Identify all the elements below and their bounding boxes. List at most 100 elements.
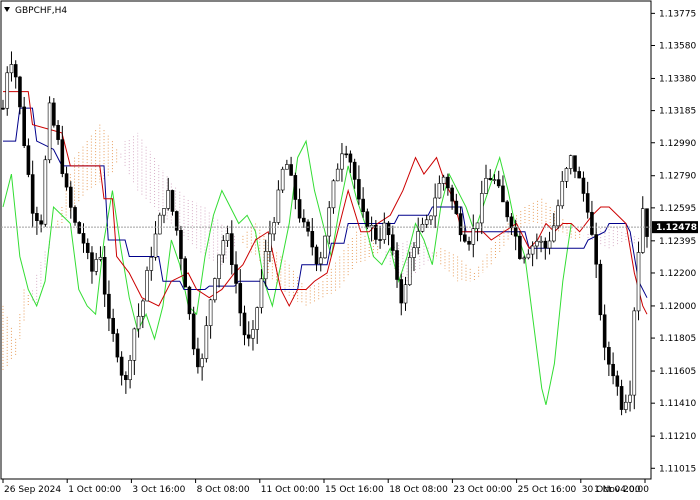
candle-body xyxy=(293,175,298,200)
candle-body xyxy=(573,155,577,172)
x-tick-label: 15 Oct 16:00 xyxy=(325,485,384,495)
candle-body xyxy=(530,245,535,255)
candle-body xyxy=(204,325,209,359)
candle-body xyxy=(556,205,560,227)
candle-body xyxy=(467,240,471,245)
candle-body xyxy=(141,300,145,317)
candle-body xyxy=(98,257,103,260)
candle-body xyxy=(229,233,234,265)
candle-body xyxy=(429,215,433,221)
y-tick-label: 1.13775 xyxy=(659,9,696,19)
candle-body xyxy=(68,186,73,208)
x-tick-label: 1 Nov 20:00 xyxy=(594,485,649,495)
x-tick-label: 25 Oct 16:00 xyxy=(518,485,577,495)
candle-body xyxy=(213,278,217,301)
candle-body xyxy=(30,174,35,214)
candle-body xyxy=(64,173,69,188)
y-axis: 1.13775 1.13580 1.13380 1.13185 1.12990 1.127… xyxy=(651,9,696,474)
price-chart[interactable]: 1.13775 1.13580 1.13380 1.13185 1.12990 1.127… xyxy=(0,0,700,500)
x-tick-label: 3 Oct 16:00 xyxy=(132,485,185,495)
candle-body xyxy=(225,233,230,241)
candle-body xyxy=(115,333,120,358)
x-tick-label: 18 Oct 08:00 xyxy=(389,485,448,495)
candle-body xyxy=(611,363,615,377)
x-tick-label: 8 Oct 08:00 xyxy=(197,485,250,495)
candle-body xyxy=(26,145,31,175)
candle-body xyxy=(624,401,628,410)
candle-body xyxy=(39,220,43,225)
candle-body xyxy=(166,190,171,209)
candle-body xyxy=(1,107,5,110)
candle-body xyxy=(259,278,264,308)
y-tick-label: 1.11605 xyxy=(659,367,696,377)
candle-body xyxy=(348,153,353,163)
candle-body xyxy=(179,230,183,259)
y-tick-label: 1.12595 xyxy=(659,204,696,214)
candle-body xyxy=(94,259,99,272)
candle-body xyxy=(590,211,594,235)
y-tick-label: 1.11015 xyxy=(659,464,696,474)
candle-body xyxy=(102,257,107,295)
candle-body xyxy=(450,187,454,202)
candle-body xyxy=(560,181,565,207)
candle-body xyxy=(412,247,416,258)
y-tick-label: 1.11210 xyxy=(659,432,696,442)
candle-body xyxy=(107,293,111,319)
candle-body xyxy=(437,183,442,199)
candle-body xyxy=(335,168,340,182)
candle-body xyxy=(568,155,573,169)
candle-body xyxy=(645,208,649,237)
candle-body xyxy=(492,179,497,181)
candle-body xyxy=(518,235,522,259)
candle-body xyxy=(598,263,603,316)
candle-body xyxy=(5,72,10,109)
candle-body xyxy=(390,234,395,251)
y-tick-label: 1.12000 xyxy=(659,302,696,312)
candle-body xyxy=(416,231,421,249)
candle-body xyxy=(535,240,539,247)
candle-body xyxy=(441,176,446,184)
candle-body xyxy=(124,374,128,381)
candle-body xyxy=(136,315,141,330)
candle-body xyxy=(187,286,192,315)
candle-body xyxy=(302,217,306,223)
candle-body xyxy=(268,233,272,252)
candle-body xyxy=(501,185,505,203)
y-tick-label: 1.13380 xyxy=(659,74,696,84)
candle-body xyxy=(297,199,302,219)
candle-body xyxy=(640,208,645,253)
candle-body xyxy=(407,257,412,285)
y-tick-label: 1.12790 xyxy=(659,172,696,182)
candle-body xyxy=(323,235,327,259)
y-tick-label: 1.12395 xyxy=(659,237,696,247)
candle-body xyxy=(433,197,437,217)
candle-body xyxy=(420,223,425,232)
candle-body xyxy=(234,264,238,284)
candle-body xyxy=(183,258,187,288)
candle-body xyxy=(488,177,493,180)
candle-body xyxy=(602,314,607,348)
candle-body xyxy=(119,356,124,376)
candle-body xyxy=(352,161,357,180)
x-tick-label: 26 Sep 2024 xyxy=(4,485,61,495)
candle-body xyxy=(344,153,348,156)
candle-body xyxy=(632,310,637,396)
candle-body xyxy=(153,233,158,258)
candle-body xyxy=(522,257,526,260)
candle-body xyxy=(577,171,582,179)
candle-body xyxy=(513,227,518,237)
candle-body xyxy=(145,270,149,302)
y-tick-label: 1.11805 xyxy=(659,334,696,344)
candle-body xyxy=(73,207,77,223)
candle-body xyxy=(9,64,14,74)
candle-body xyxy=(484,177,488,194)
candle-body xyxy=(424,219,429,225)
candle-body xyxy=(378,239,382,241)
candle-body xyxy=(85,242,90,253)
candle-body xyxy=(289,164,293,176)
candle-body xyxy=(149,256,154,271)
y-tick-label: 1.12990 xyxy=(659,139,696,149)
candle-body xyxy=(526,253,531,259)
symbol-label: GBPCHF,H4 xyxy=(15,6,67,16)
x-tick-label: 23 Oct 00:00 xyxy=(453,485,512,495)
